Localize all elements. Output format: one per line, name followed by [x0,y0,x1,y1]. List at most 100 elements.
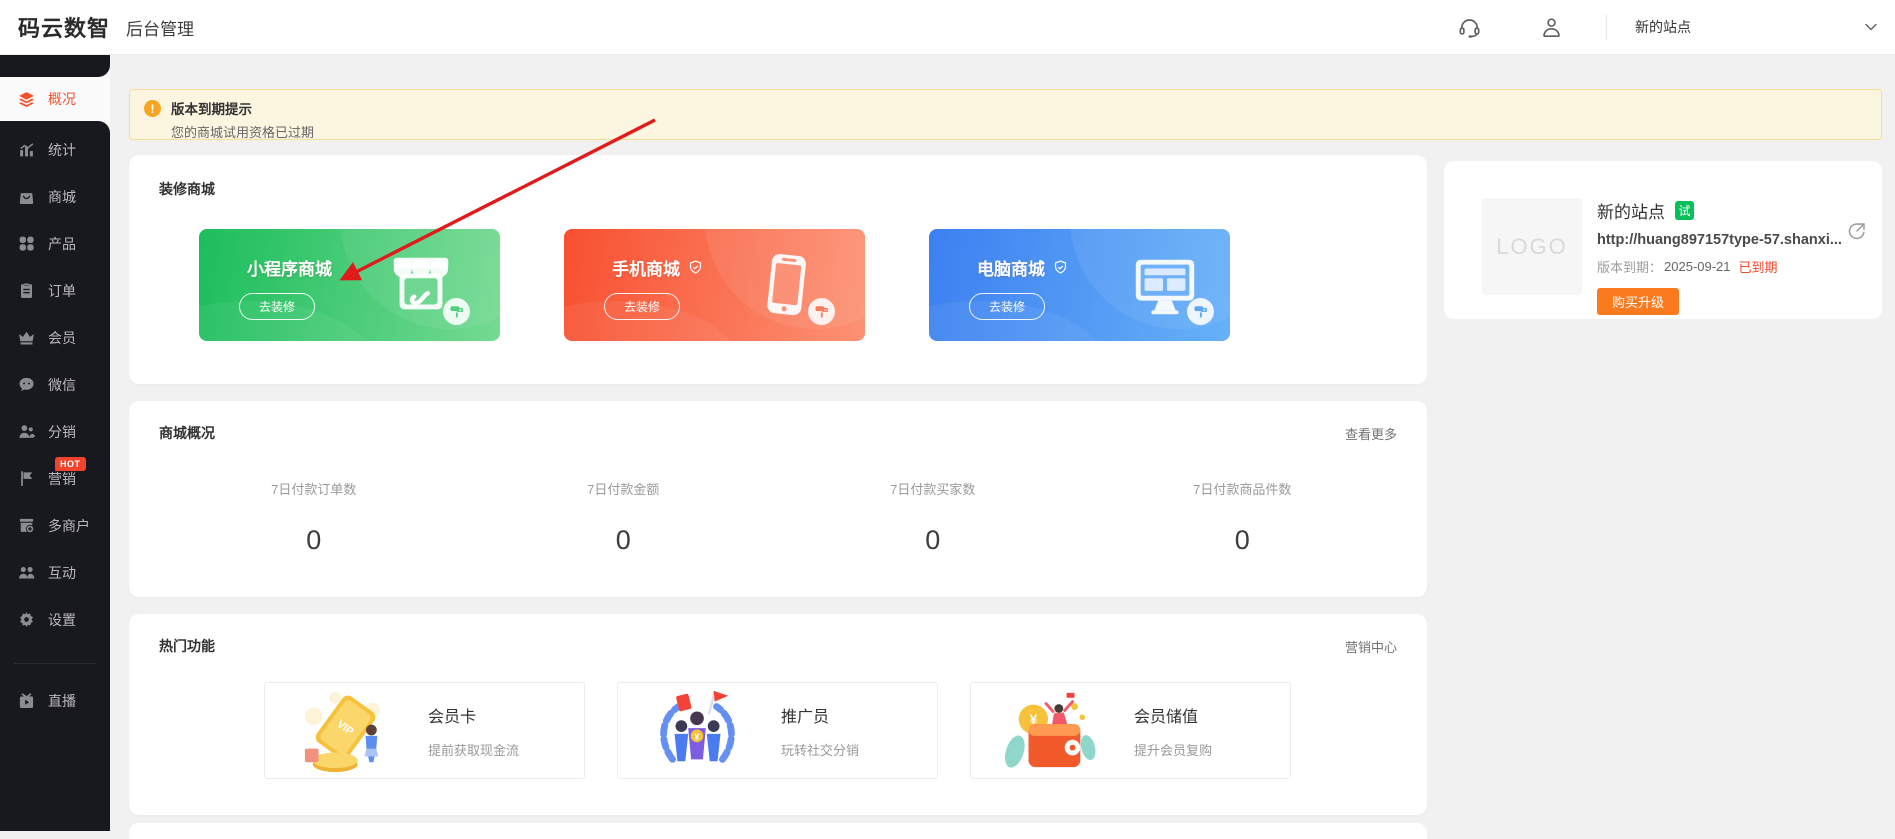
feature-desc: 提前获取现金流 [428,740,519,759]
sidebar-item-marketing[interactable]: 营销 HOT [0,455,110,502]
sidebar-nav: 概况 统计 商城 产品 订单 [0,55,110,831]
sidebar-item-label: 微信 [48,375,76,395]
sidebar-item-label: 商城 [48,187,76,207]
stat-label: 7日付款商品件数 [1088,479,1398,498]
banner-desc: 您的商城试用资格已过期 [171,122,314,141]
paint-roller-icon [808,298,835,325]
feature-desc: 玩转社交分销 [781,740,859,759]
card-title: 手机商城 [612,255,865,280]
wallet-illustration: ¥ [1003,687,1098,775]
grid-icon [18,235,35,252]
svg-text:¥: ¥ [695,731,700,741]
site-url-link[interactable]: http://huang897157type-57.shanxi... [1597,232,1865,248]
expire-label: 版本到期： [1597,257,1662,276]
sidebar-item-distribution[interactable]: 分销 [0,408,110,455]
clipboard-icon [18,282,35,299]
sidebar-item-label: 直播 [48,691,76,711]
card-title: 小程序商城 [247,255,500,280]
stat-value: 0 [1088,525,1398,556]
sidebar-item-label: 产品 [48,234,76,254]
stat-paid-buyers: 7日付款买家数 0 [778,479,1088,556]
sidebar-item-label: 营销 [48,469,76,489]
gear-icon [18,611,35,628]
stat-label: 7日付款买家数 [778,479,1088,498]
sidebar-item-label: 会员 [48,328,76,348]
wechat-icon [18,376,35,393]
sidebar-item-label: 互动 [48,563,76,583]
sidebar-item-settings[interactable]: 设置 [0,596,110,643]
sidebar-main-block: 统计 商城 产品 订单 会员 [0,121,110,831]
overview-title: 商城概况 [159,423,215,443]
sidebar-item-overview[interactable]: 概况 [0,77,110,121]
decorate-section-title: 装修商城 [159,179,215,199]
current-site-name: 新的站点 [1635,17,1691,37]
stat-value: 0 [159,525,469,556]
hot-badge: HOT [55,457,86,471]
stat-label: 7日付款订单数 [159,479,469,498]
top-header: 码云数智 后台管理 新的站点 [0,0,1895,55]
chevron-down-icon [1863,19,1879,35]
layers-icon [18,91,35,108]
sidebar-item-label: 订单 [48,281,76,301]
promoter-illustration: ¥ [650,687,745,775]
sidebar-top-block [0,55,110,77]
sidebar-item-mall[interactable]: 商城 [0,173,110,220]
warning-icon: ! [144,100,161,117]
sidebar-item-orders[interactable]: 订单 [0,267,110,314]
sidebar-item-label: 设置 [48,610,76,630]
shield-check-icon [688,260,703,275]
stat-value: 0 [778,525,1088,556]
app-logo: 码云数智 [18,11,110,43]
purchase-upgrade-button[interactable]: 购买升级 [1597,288,1679,315]
card-title: 电脑商城 [977,255,1230,280]
open-external-link-icon[interactable] [1847,221,1867,246]
feature-title: 推广员 [781,703,859,727]
stored-value-feature[interactable]: ¥ 会员储值 提升会员复购 [970,682,1291,779]
feature-desc: 提升会员复购 [1134,740,1212,759]
user-account-icon[interactable] [1538,14,1564,40]
sidebar-item-label: 分销 [48,422,76,442]
paint-roller-icon [443,298,470,325]
page-title: 后台管理 [126,15,194,40]
mall-overview-panel: 商城概况 查看更多 7日付款订单数 0 7日付款金额 0 7日付款买家数 0 [129,401,1427,597]
live-tv-icon [18,692,35,709]
feature-title: 会员卡 [428,703,519,727]
stat-paid-orders: 7日付款订单数 0 [159,479,469,556]
pc-mall-card[interactable]: 电脑商城 去装修 [929,229,1230,341]
marketing-center-link[interactable]: 营销中心 [1345,637,1397,656]
decorate-mall-panel: 装修商城 小程序商城 去装修 [129,155,1427,384]
interact-icon [18,564,35,581]
stat-label: 7日付款金额 [469,479,779,498]
mobile-mall-card[interactable]: 手机商城 去装修 [564,229,865,341]
expire-date: 2025-09-21 [1664,259,1731,274]
stat-paid-items: 7日付款商品件数 0 [1088,479,1398,556]
member-card-feature[interactable]: VIP 会员卡 提前获取现金流 [264,682,585,779]
sidebar-item-products[interactable]: 产品 [0,220,110,267]
people-share-icon [18,423,35,440]
site-switcher[interactable]: 新的站点 [1607,17,1895,37]
sidebar-item-multi-merchant[interactable]: 多商户 [0,502,110,549]
flag-icon [18,470,35,487]
view-more-link[interactable]: 查看更多 [1345,424,1397,443]
vip-card-illustration: VIP [297,687,392,775]
sidebar-item-label: 概况 [48,89,76,109]
decorate-button[interactable]: 去装修 [969,293,1045,320]
partial-next-panel [129,823,1427,839]
sidebar-item-live[interactable]: 直播 [0,677,110,724]
sidebar-item-members[interactable]: 会员 [0,314,110,361]
expired-status: 已到期 [1739,257,1778,276]
sidebar-item-stats[interactable]: 统计 [0,126,110,173]
sidebar-divider [14,663,96,664]
site-info-panel: LOGO 新的站点 试 http://huang897157type-57.sh… [1444,161,1882,319]
multi-store-icon [18,517,35,534]
miniprogram-mall-card[interactable]: 小程序商城 去装修 [199,229,500,341]
support-headset-icon[interactable] [1456,14,1482,40]
main-content: ! 版本到期提示 您的商城试用资格已过期 装修商城 小程序商城 [110,55,1895,831]
sidebar-item-wechat[interactable]: 微信 [0,361,110,408]
decorate-button[interactable]: 去装修 [604,293,680,320]
decorate-button[interactable]: 去装修 [239,293,315,320]
crown-icon [18,329,35,346]
sidebar-item-interact[interactable]: 互动 [0,549,110,596]
promoter-feature[interactable]: ¥ 推广员 玩转社交分销 [617,682,938,779]
stat-paid-amount: 7日付款金额 0 [469,479,779,556]
